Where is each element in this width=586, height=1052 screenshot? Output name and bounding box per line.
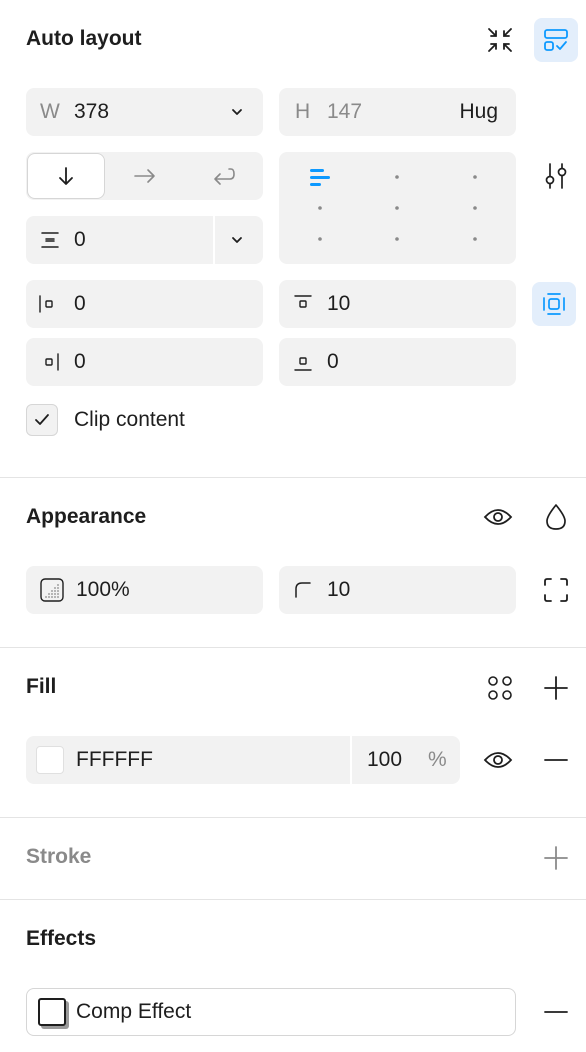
fill-divider bbox=[350, 736, 352, 784]
clip-content-label[interactable]: Clip content bbox=[74, 408, 185, 432]
add-fill-icon[interactable] bbox=[534, 666, 578, 710]
stroke-title: Stroke bbox=[26, 845, 92, 868]
corner-radius-icon bbox=[293, 580, 313, 600]
eye-icon[interactable] bbox=[476, 738, 520, 782]
fill-opacity-value[interactable]: 100 bbox=[367, 748, 402, 772]
chevron-down-icon[interactable] bbox=[230, 234, 244, 246]
gap-divider bbox=[213, 216, 215, 264]
padding-left-field[interactable]: 0 bbox=[26, 280, 263, 328]
padding-right-value[interactable]: 0 bbox=[74, 350, 86, 374]
width-field[interactable]: W 378 bbox=[26, 88, 263, 136]
independent-corners-icon[interactable] bbox=[534, 568, 578, 612]
opacity-field[interactable]: 100% bbox=[26, 566, 263, 614]
remove-effect-icon[interactable] bbox=[534, 990, 578, 1034]
width-label: W bbox=[40, 100, 60, 123]
height-value[interactable]: 147 bbox=[327, 100, 362, 124]
align-top-left-indicator bbox=[310, 169, 330, 186]
checkmark-icon bbox=[35, 414, 49, 425]
arrow-right-icon bbox=[134, 169, 155, 183]
direction-vertical-button[interactable] bbox=[27, 153, 105, 199]
gap-icon bbox=[40, 230, 60, 250]
effect-row[interactable]: Comp Effect bbox=[26, 988, 516, 1036]
padding-bottom-icon bbox=[293, 352, 313, 372]
section-divider bbox=[0, 477, 586, 478]
remove-fill-icon[interactable] bbox=[534, 738, 578, 782]
drop-icon[interactable] bbox=[534, 495, 578, 539]
gap-field[interactable]: 0 bbox=[26, 216, 263, 264]
corner-radius-value[interactable]: 10 bbox=[327, 578, 350, 602]
alignment-grid[interactable] bbox=[279, 152, 516, 264]
fill-color-swatch[interactable] bbox=[36, 746, 64, 774]
fill-hex-value[interactable]: FFFFFF bbox=[76, 748, 153, 772]
eye-icon[interactable] bbox=[476, 495, 520, 539]
layout-suggestion-icon[interactable] bbox=[534, 18, 578, 62]
add-stroke-icon[interactable] bbox=[534, 836, 578, 880]
percent-sign: % bbox=[428, 748, 447, 771]
opacity-value[interactable]: 100% bbox=[76, 578, 130, 602]
direction-control bbox=[26, 152, 263, 200]
height-mode[interactable]: Hug bbox=[459, 100, 498, 124]
padding-left-icon bbox=[38, 294, 58, 314]
collapse-icon[interactable] bbox=[478, 18, 522, 62]
auto-layout-title: Auto layout bbox=[26, 27, 142, 50]
padding-right-field[interactable]: 0 bbox=[26, 338, 263, 386]
effect-label[interactable]: Comp Effect bbox=[76, 1000, 191, 1024]
padding-top-field[interactable]: 10 bbox=[279, 280, 516, 328]
independent-padding-icon[interactable] bbox=[532, 282, 576, 326]
padding-right-icon bbox=[40, 352, 60, 372]
effect-style-icon[interactable] bbox=[38, 998, 70, 1030]
padding-bottom-field[interactable]: 0 bbox=[279, 338, 516, 386]
sliders-icon[interactable] bbox=[534, 154, 578, 198]
padding-top-value[interactable]: 10 bbox=[327, 292, 350, 316]
padding-left-value[interactable]: 0 bbox=[74, 292, 86, 316]
styles-grid-icon[interactable] bbox=[478, 666, 522, 710]
height-field[interactable]: H 147 Hug bbox=[279, 88, 516, 136]
chevron-down-icon[interactable] bbox=[230, 106, 244, 118]
appearance-title: Appearance bbox=[26, 505, 147, 528]
width-value[interactable]: 378 bbox=[74, 100, 109, 124]
gap-value[interactable]: 0 bbox=[74, 228, 86, 252]
section-divider bbox=[0, 817, 586, 818]
section-divider bbox=[0, 647, 586, 648]
corner-radius-field[interactable]: 10 bbox=[279, 566, 516, 614]
alignment-dots bbox=[310, 169, 477, 241]
direction-horizontal-button[interactable] bbox=[106, 153, 184, 199]
clip-content-checkbox[interactable] bbox=[26, 404, 58, 436]
wrap-icon bbox=[214, 168, 235, 185]
arrow-down-icon bbox=[59, 167, 73, 185]
fill-row[interactable]: FFFFFF 100 % bbox=[26, 736, 460, 784]
padding-bottom-value[interactable]: 0 bbox=[327, 350, 339, 374]
padding-top-icon bbox=[293, 294, 313, 314]
direction-wrap-button[interactable] bbox=[185, 153, 263, 199]
section-divider bbox=[0, 899, 586, 900]
height-label: H bbox=[295, 100, 311, 123]
fill-title: Fill bbox=[26, 675, 57, 698]
opacity-icon bbox=[40, 578, 64, 602]
effects-title: Effects bbox=[26, 927, 97, 950]
